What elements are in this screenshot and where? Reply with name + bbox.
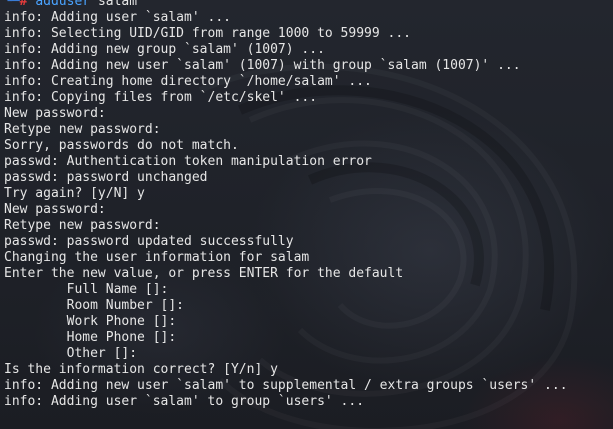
- terminal-output: └─# adduser salam info: Adding user `sal…: [4, 0, 613, 410]
- output-line: info: Adding user `salam' to group `user…: [4, 394, 365, 409]
- output-line: Sorry, passwords do not match.: [4, 138, 239, 153]
- output-line: passwd: Authentication token manipulatio…: [4, 154, 372, 169]
- output-line: passwd: password updated successfully: [4, 234, 294, 249]
- output-line: New password:: [4, 106, 106, 121]
- output-line: New password:: [4, 202, 106, 217]
- output-line: Retype new password:: [4, 218, 161, 233]
- output-line: Is the information correct? [Y/n] y: [4, 362, 278, 377]
- output-line: passwd: password unchanged: [4, 170, 208, 185]
- output-line: Retype new password:: [4, 122, 161, 137]
- prompt-corner-glyph: └─: [4, 0, 20, 9]
- terminal-window[interactable]: └─# adduser salam info: Adding user `sal…: [0, 0, 613, 429]
- output-line: Full Name []:: [4, 282, 169, 297]
- output-line: info: Adding new user `salam' to supplem…: [4, 378, 568, 393]
- output-line: Try again? [y/N] y: [4, 186, 145, 201]
- output-line: info: Creating home directory `/home/sal…: [4, 74, 372, 89]
- output-line: Changing the user information for salam: [4, 250, 310, 265]
- output-line: info: Selecting UID/GID from range 1000 …: [4, 26, 411, 41]
- output-line: Enter the new value, or press ENTER for …: [4, 266, 404, 281]
- output-line: info: Adding user `salam' ...: [4, 10, 231, 25]
- output-line: Other []:: [4, 346, 138, 361]
- output-line: info: Adding new group `salam' (1007) ..…: [4, 42, 325, 57]
- root-prompt-symbol: #: [19, 0, 28, 9]
- output-line: Room Number []:: [4, 298, 185, 313]
- shell-prompt: └─# adduser salam: [4, 0, 613, 10]
- output-line: info: Adding new user `salam' (1007) wit…: [4, 58, 521, 73]
- command-name: adduser: [35, 0, 91, 9]
- command-argument: salam: [97, 0, 138, 9]
- output-line: Work Phone []:: [4, 314, 177, 329]
- output-line: Home Phone []:: [4, 330, 177, 345]
- output-line: info: Copying files from `/etc/skel' ...: [4, 90, 318, 105]
